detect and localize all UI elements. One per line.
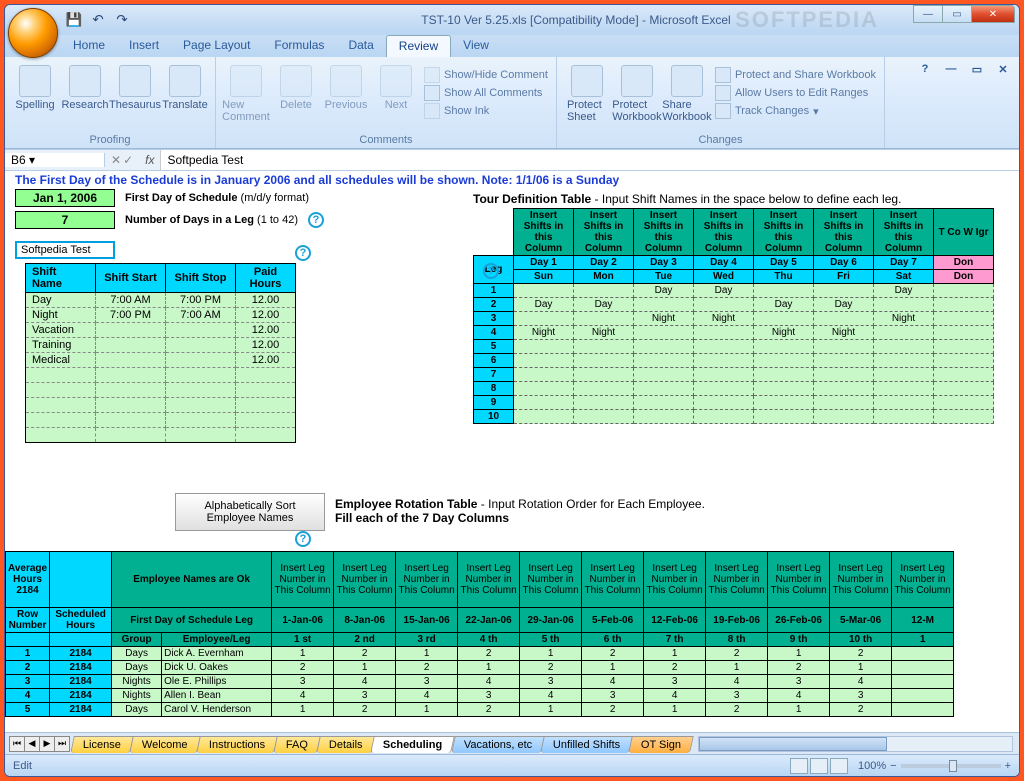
group-proofing: Proofing (13, 134, 207, 148)
enter-edit-icon[interactable]: ✓ (123, 153, 133, 167)
horizontal-scrollbar[interactable] (698, 736, 1013, 752)
leg-days-label: Number of Days in a Leg (125, 214, 254, 226)
window-title: TST-10 Ver 5.25.xls [Compatibility Mode]… (133, 13, 1019, 27)
quick-access-toolbar: 💾 ↶ ↷ (63, 9, 133, 31)
research-button[interactable]: Research (63, 63, 107, 113)
sheet-tab-details[interactable]: Details (316, 736, 375, 753)
thesaurus-button[interactable]: Thesaurus (113, 63, 157, 113)
mdi-minimize-icon[interactable]: — (943, 61, 959, 77)
sheet-tab-vacations-etc[interactable]: Vacations, etc (451, 736, 545, 753)
help-icon[interactable]: ? (917, 61, 933, 77)
protect-sheet-button[interactable]: Protect Sheet (565, 63, 609, 125)
notice-text: The First Day of the Schedule is in Janu… (5, 171, 1019, 189)
show-ink-button: Show Ink (424, 103, 548, 119)
tour-table[interactable]: Insert Shifts in this ColumnInsert Shift… (473, 208, 994, 424)
watermark: SOFTPEDIA (735, 7, 879, 33)
close-button[interactable]: ✕ (971, 5, 1015, 23)
sheet-tab-faq[interactable]: FAQ (273, 736, 321, 753)
help-icon[interactable]: ? (295, 245, 311, 261)
formula-bar: B6 ▾ ✕✓ fx Softpedia Test (5, 149, 1019, 171)
sort-employees-button[interactable]: Alphabetically Sort Employee Names (175, 493, 325, 531)
sheet-tab-scheduling[interactable]: Scheduling (371, 736, 456, 753)
track-changes-button[interactable]: Track Changes ▾ (715, 103, 876, 119)
tab-data[interactable]: Data (336, 35, 385, 57)
group-changes: Changes (565, 134, 876, 148)
tab-view[interactable]: View (451, 35, 501, 57)
fx-icon[interactable]: fx (139, 153, 160, 167)
ribbon: ? — ▭ ✕ Spelling Research Thesaurus Tran… (5, 57, 1019, 149)
zoom-control[interactable]: 100% − + (858, 760, 1011, 772)
active-cell-edit[interactable]: Softpedia Test (15, 241, 115, 259)
page-layout-view-icon[interactable] (810, 758, 828, 774)
prev-sheet-icon[interactable]: ◀ (24, 736, 40, 752)
show-all-comments-button[interactable]: Show All Comments (424, 85, 548, 101)
show-hide-comment-button: Show/Hide Comment (424, 67, 548, 83)
office-button[interactable] (8, 8, 58, 58)
tab-insert[interactable]: Insert (117, 35, 171, 57)
first-day-label: First Day of Schedule (125, 192, 237, 204)
translate-button[interactable]: Translate (163, 63, 207, 113)
previous-comment-button: Previous (324, 63, 368, 113)
protect-share-button[interactable]: Protect and Share Workbook (715, 67, 876, 83)
next-sheet-icon[interactable]: ▶ (39, 736, 55, 752)
formula-input[interactable]: Softpedia Test (160, 150, 1019, 170)
tab-review[interactable]: Review (386, 35, 451, 57)
maximize-button[interactable]: ▭ (942, 5, 972, 23)
minimize-button[interactable]: — (913, 5, 943, 23)
normal-view-icon[interactable] (790, 758, 808, 774)
ribbon-tabs: Home Insert Page Layout Formulas Data Re… (5, 35, 1019, 57)
sheet-tab-ot-sign[interactable]: OT Sign (628, 736, 694, 753)
sheet-tab-bar: ⏮ ◀ ▶ ⏭ LicenseWelcomeInstructionsFAQDet… (5, 732, 1019, 754)
undo-icon[interactable]: ↶ (87, 9, 109, 31)
zoom-label: 100% (858, 760, 886, 772)
new-comment-button: New Comment (224, 63, 268, 125)
save-icon[interactable]: 💾 (63, 9, 85, 31)
sheet-tab-instructions[interactable]: Instructions (196, 736, 278, 753)
zoom-in-icon[interactable]: + (1005, 760, 1011, 772)
status-mode: Edit (13, 760, 32, 772)
zoom-out-icon[interactable]: − (890, 760, 896, 772)
help-icon[interactable]: ? (483, 263, 499, 279)
help-icon[interactable]: ? (308, 212, 324, 228)
sheet-tab-welcome[interactable]: Welcome (129, 736, 200, 753)
mdi-close-icon[interactable]: ✕ (995, 61, 1011, 77)
first-sheet-icon[interactable]: ⏮ (9, 736, 25, 752)
sheet-tab-unfilled-shifts[interactable]: Unfilled Shifts (540, 736, 633, 753)
next-comment-button: Next (374, 63, 418, 113)
sheet-tab-license[interactable]: License (70, 736, 134, 753)
tour-definition: Tour Definition Table - Input Shift Name… (473, 192, 1011, 424)
page-break-view-icon[interactable] (830, 758, 848, 774)
name-box[interactable]: B6 ▾ (5, 153, 105, 167)
delete-comment-button: Delete (274, 63, 318, 113)
worksheet[interactable]: The First Day of the Schedule is in Janu… (5, 171, 1019, 732)
tab-formulas[interactable]: Formulas (262, 35, 336, 57)
last-sheet-icon[interactable]: ⏭ (54, 736, 70, 752)
allow-edit-ranges-button[interactable]: Allow Users to Edit Ranges (715, 85, 876, 101)
help-icon[interactable]: ? (295, 531, 311, 547)
mdi-restore-icon[interactable]: ▭ (969, 61, 985, 77)
share-workbook-button[interactable]: Share Workbook (665, 63, 709, 125)
cancel-edit-icon[interactable]: ✕ (111, 153, 121, 167)
first-day-input[interactable]: Jan 1, 2006 (15, 189, 115, 207)
redo-icon[interactable]: ↷ (111, 9, 133, 31)
status-bar: Edit 100% − + (5, 754, 1019, 776)
tab-page-layout[interactable]: Page Layout (171, 35, 262, 57)
leg-days-input[interactable]: 7 (15, 211, 115, 229)
tab-home[interactable]: Home (61, 35, 117, 57)
protect-workbook-button[interactable]: Protect Workbook (615, 63, 659, 125)
shift-table[interactable]: Shift NameShift StartShift StopPaid Hour… (25, 263, 296, 443)
titlebar: 💾 ↶ ↷ TST-10 Ver 5.25.xls [Compatibility… (5, 5, 1019, 35)
spelling-button[interactable]: Spelling (13, 63, 57, 113)
group-comments: Comments (224, 134, 548, 148)
rotation-table[interactable]: AverageHours2184Employee Names are OkIns… (5, 551, 954, 717)
